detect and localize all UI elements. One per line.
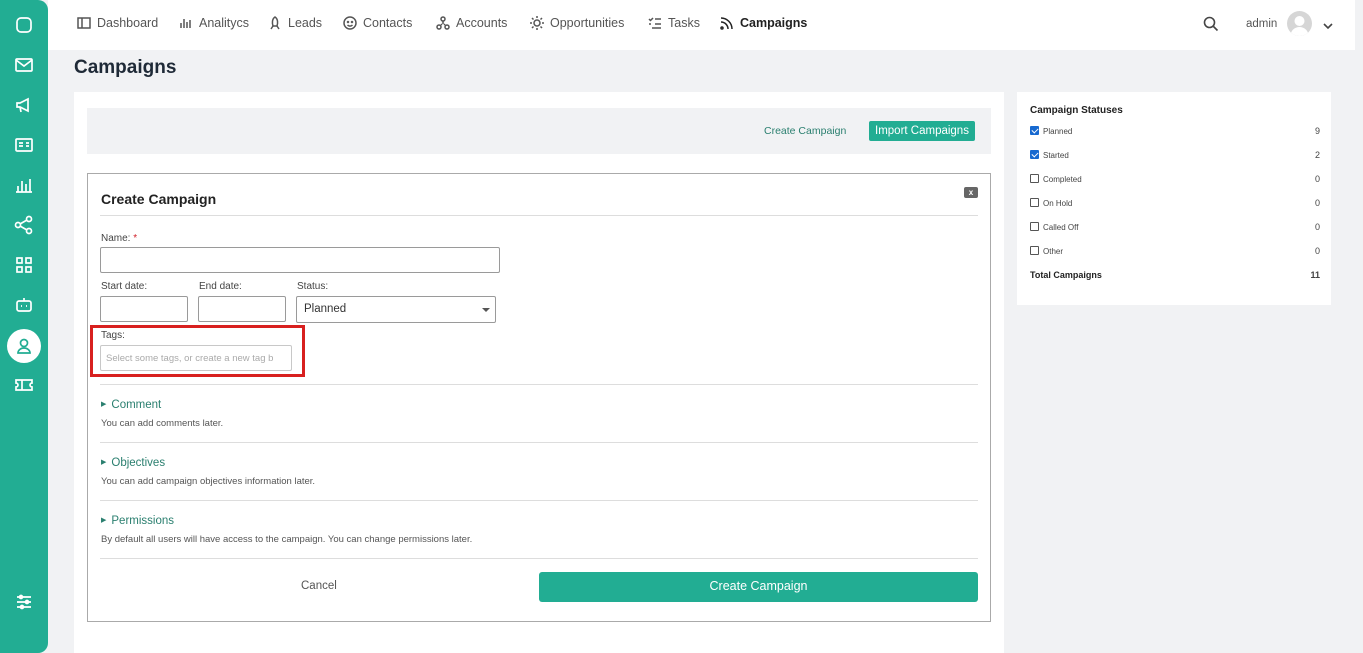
analytics-icon: [180, 19, 191, 28]
status-row-other[interactable]: Other 0: [1030, 246, 1320, 258]
objectives-section-toggle[interactable]: ▶ Objectives: [101, 457, 165, 469]
comment-section-desc: You can add comments later.: [101, 418, 224, 429]
divider: [100, 500, 978, 501]
chart-icon[interactable]: [9, 170, 39, 200]
share-icon[interactable]: [9, 210, 39, 240]
divider: [100, 215, 978, 216]
divider: [100, 442, 978, 443]
status-row-called-off[interactable]: Called Off 0: [1030, 222, 1320, 234]
user-name[interactable]: admin: [1246, 18, 1277, 30]
search-icon[interactable]: [1203, 16, 1219, 32]
divider: [100, 558, 978, 559]
leads-icon: [270, 16, 280, 30]
triangle-right-icon: ▶: [101, 459, 107, 466]
mail-icon[interactable]: [9, 50, 39, 80]
tags-input[interactable]: Select some tags, or create a new tag b: [100, 345, 292, 371]
end-date-input[interactable]: [198, 296, 286, 322]
status-checkbox[interactable]: [1030, 174, 1039, 183]
create-campaign-button[interactable]: Create Campaign: [539, 572, 978, 602]
status-label: Status:: [297, 281, 329, 292]
status-select[interactable]: Planned: [296, 296, 496, 323]
status-checkbox[interactable]: [1030, 150, 1039, 159]
campaign-statuses-panel: Campaign Statuses Planned 9 Started 2 Co…: [1017, 92, 1331, 305]
megaphone-icon[interactable]: [9, 90, 39, 120]
status-row-on-hold[interactable]: On Hold 0: [1030, 198, 1320, 210]
create-campaign-link[interactable]: Create Campaign: [764, 125, 846, 137]
total-campaigns-row: Total Campaigns 11: [1030, 270, 1320, 280]
nav-contacts[interactable]: Contacts: [343, 16, 412, 30]
divider: [100, 384, 978, 385]
status-row-completed[interactable]: Completed 0: [1030, 174, 1320, 186]
chat-icon[interactable]: [9, 10, 39, 40]
scrollbar[interactable]: [1355, 0, 1363, 653]
start-date-label: Start date:: [101, 281, 148, 292]
campaigns-toolbar: Create Campaign Import Campaigns: [87, 108, 991, 154]
status-checkbox[interactable]: [1030, 126, 1039, 135]
nav-accounts[interactable]: Accounts: [436, 16, 507, 30]
chevron-down-icon[interactable]: [1323, 18, 1333, 30]
start-date-input[interactable]: [100, 296, 188, 322]
form-title: Create Campaign: [101, 191, 217, 207]
comment-section-toggle[interactable]: ▶ Comment: [101, 399, 161, 411]
status-selected-value: Planned: [304, 303, 347, 315]
create-campaign-form: Create Campaign x Name: * Start date: En…: [87, 173, 991, 622]
status-checkbox[interactable]: [1030, 246, 1039, 255]
cancel-button[interactable]: Cancel: [301, 580, 337, 592]
left-sidebar: [0, 0, 48, 653]
import-campaigns-button[interactable]: Import Campaigns: [869, 121, 975, 141]
ticket-icon[interactable]: [9, 370, 39, 400]
name-label: Name: *: [101, 233, 138, 244]
campaigns-icon: [720, 17, 733, 30]
status-checkbox[interactable]: [1030, 222, 1039, 231]
tags-label: Tags:: [101, 330, 125, 341]
page-title: Campaigns: [74, 57, 177, 78]
dropdown-arrow-icon: [482, 308, 490, 312]
robot-icon[interactable]: [9, 290, 39, 320]
name-input[interactable]: [100, 247, 500, 273]
triangle-right-icon: ▶: [101, 517, 107, 524]
nav-dashboard[interactable]: Dashboard: [77, 16, 158, 30]
grid-icon[interactable]: [9, 250, 39, 280]
tasks-icon: [648, 17, 661, 29]
close-form-button[interactable]: x: [964, 187, 978, 198]
avatar[interactable]: [1287, 11, 1312, 36]
triangle-right-icon: ▶: [101, 401, 107, 408]
nav-analytics[interactable]: Analitycs: [179, 16, 249, 30]
dashboard-icon: [77, 17, 91, 29]
nav-leads[interactable]: Leads: [268, 16, 322, 30]
settings-sliders-icon[interactable]: [9, 587, 39, 617]
campaigns-panel: Create Campaign Import Campaigns Create …: [74, 92, 1004, 653]
id-card-icon[interactable]: [9, 130, 39, 160]
status-checkbox[interactable]: [1030, 198, 1039, 207]
permissions-section-toggle[interactable]: ▶ Permissions: [101, 515, 174, 527]
end-date-label: End date:: [199, 281, 242, 292]
accounts-icon: [436, 16, 450, 30]
nav-campaigns[interactable]: Campaigns: [720, 16, 807, 30]
nav-opportunities[interactable]: Opportunities: [530, 16, 624, 30]
opportunities-icon: [530, 16, 544, 30]
statuses-title: Campaign Statuses: [1030, 105, 1123, 116]
status-row-planned[interactable]: Planned 9: [1030, 126, 1320, 138]
objectives-section-desc: You can add campaign objectives informat…: [101, 476, 316, 487]
campaigns-user-icon[interactable]: [7, 329, 41, 363]
nav-tasks[interactable]: Tasks: [648, 16, 700, 30]
top-navigation: Dashboard Analitycs Leads Contacts Accou…: [48, 0, 1363, 50]
status-row-started[interactable]: Started 2: [1030, 150, 1320, 162]
required-mark: *: [133, 233, 138, 244]
contacts-icon: [343, 16, 357, 30]
permissions-section-desc: By default all users will have access to…: [101, 534, 473, 545]
